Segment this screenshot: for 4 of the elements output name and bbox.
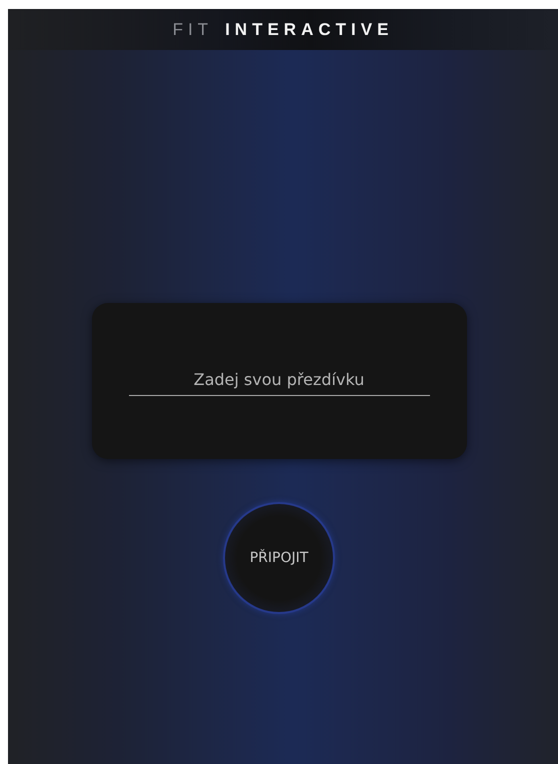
connect-button[interactable]: PŘIPOJIT (223, 502, 335, 614)
logo-text: INTERACTIVE (225, 20, 394, 40)
nickname-field[interactable]: Zadej svou přezdívku (128, 366, 430, 396)
logo-text: FIT (172, 20, 214, 40)
